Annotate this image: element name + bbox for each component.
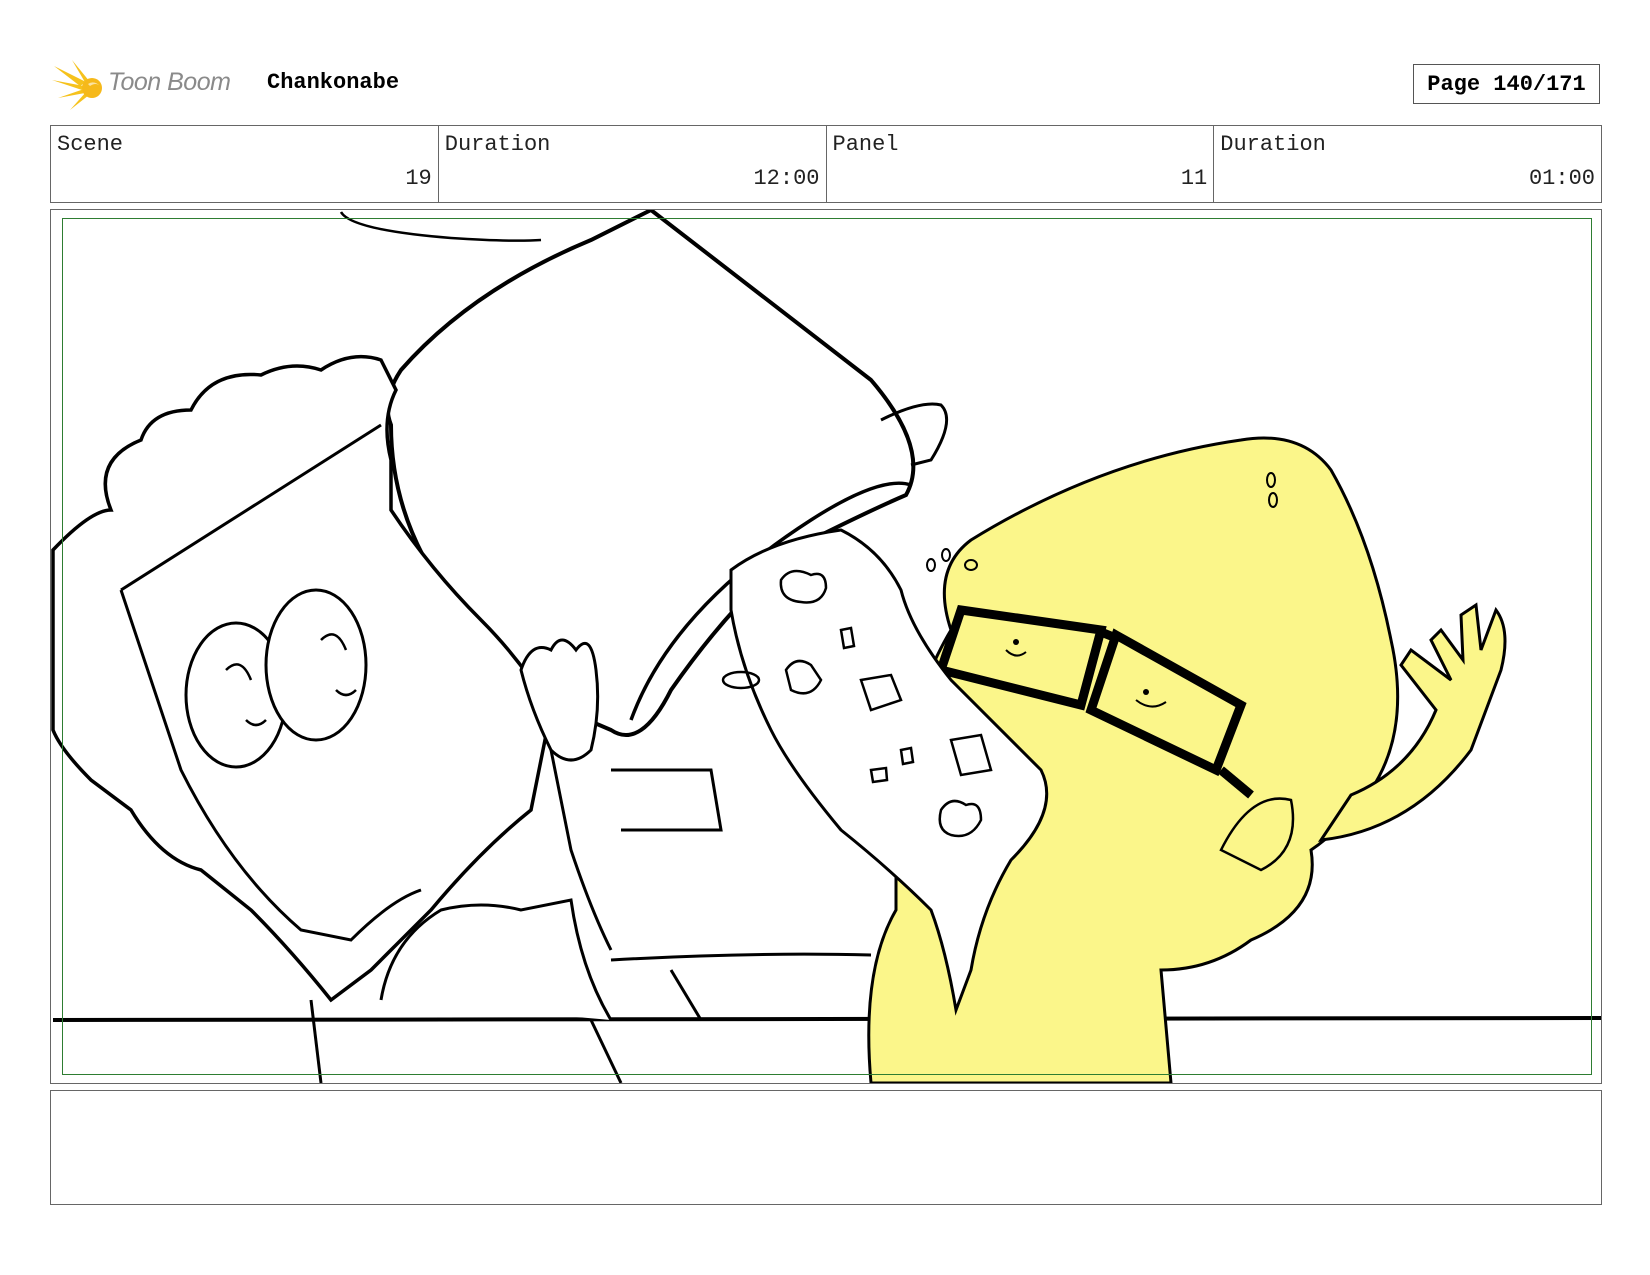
panel-duration-cell: Duration 01:00 [1214, 126, 1601, 202]
page-indicator: Page 140/171 [1413, 64, 1600, 104]
scene-duration-label: Duration [444, 132, 551, 157]
info-table: Scene 19 Duration 12:00 Panel 11 Duratio… [50, 125, 1602, 203]
panel-value: 11 [1180, 166, 1208, 191]
storyboard-panel [50, 209, 1602, 1084]
panel-cell: Panel 11 [827, 126, 1215, 202]
panel-duration-label: Duration [1220, 132, 1326, 157]
starburst-icon [52, 60, 102, 110]
scene-duration-value: 12:00 [753, 166, 820, 191]
logo-text: Toon Boom [108, 68, 231, 96]
scene-duration-cell: Duration 12:00 [439, 126, 827, 202]
toon-boom-logo: Toon Boom [52, 58, 252, 112]
scene-label: Scene [57, 132, 124, 157]
panel-duration-value: 01:00 [1528, 166, 1595, 191]
scene-cell: Scene 19 [51, 126, 439, 202]
scene-value: 19 [405, 166, 432, 191]
panel-label: Panel [832, 132, 899, 157]
storyboard-sketch [51, 210, 1601, 1083]
notes-box [50, 1090, 1602, 1205]
project-title: Chankonabe [267, 70, 400, 95]
